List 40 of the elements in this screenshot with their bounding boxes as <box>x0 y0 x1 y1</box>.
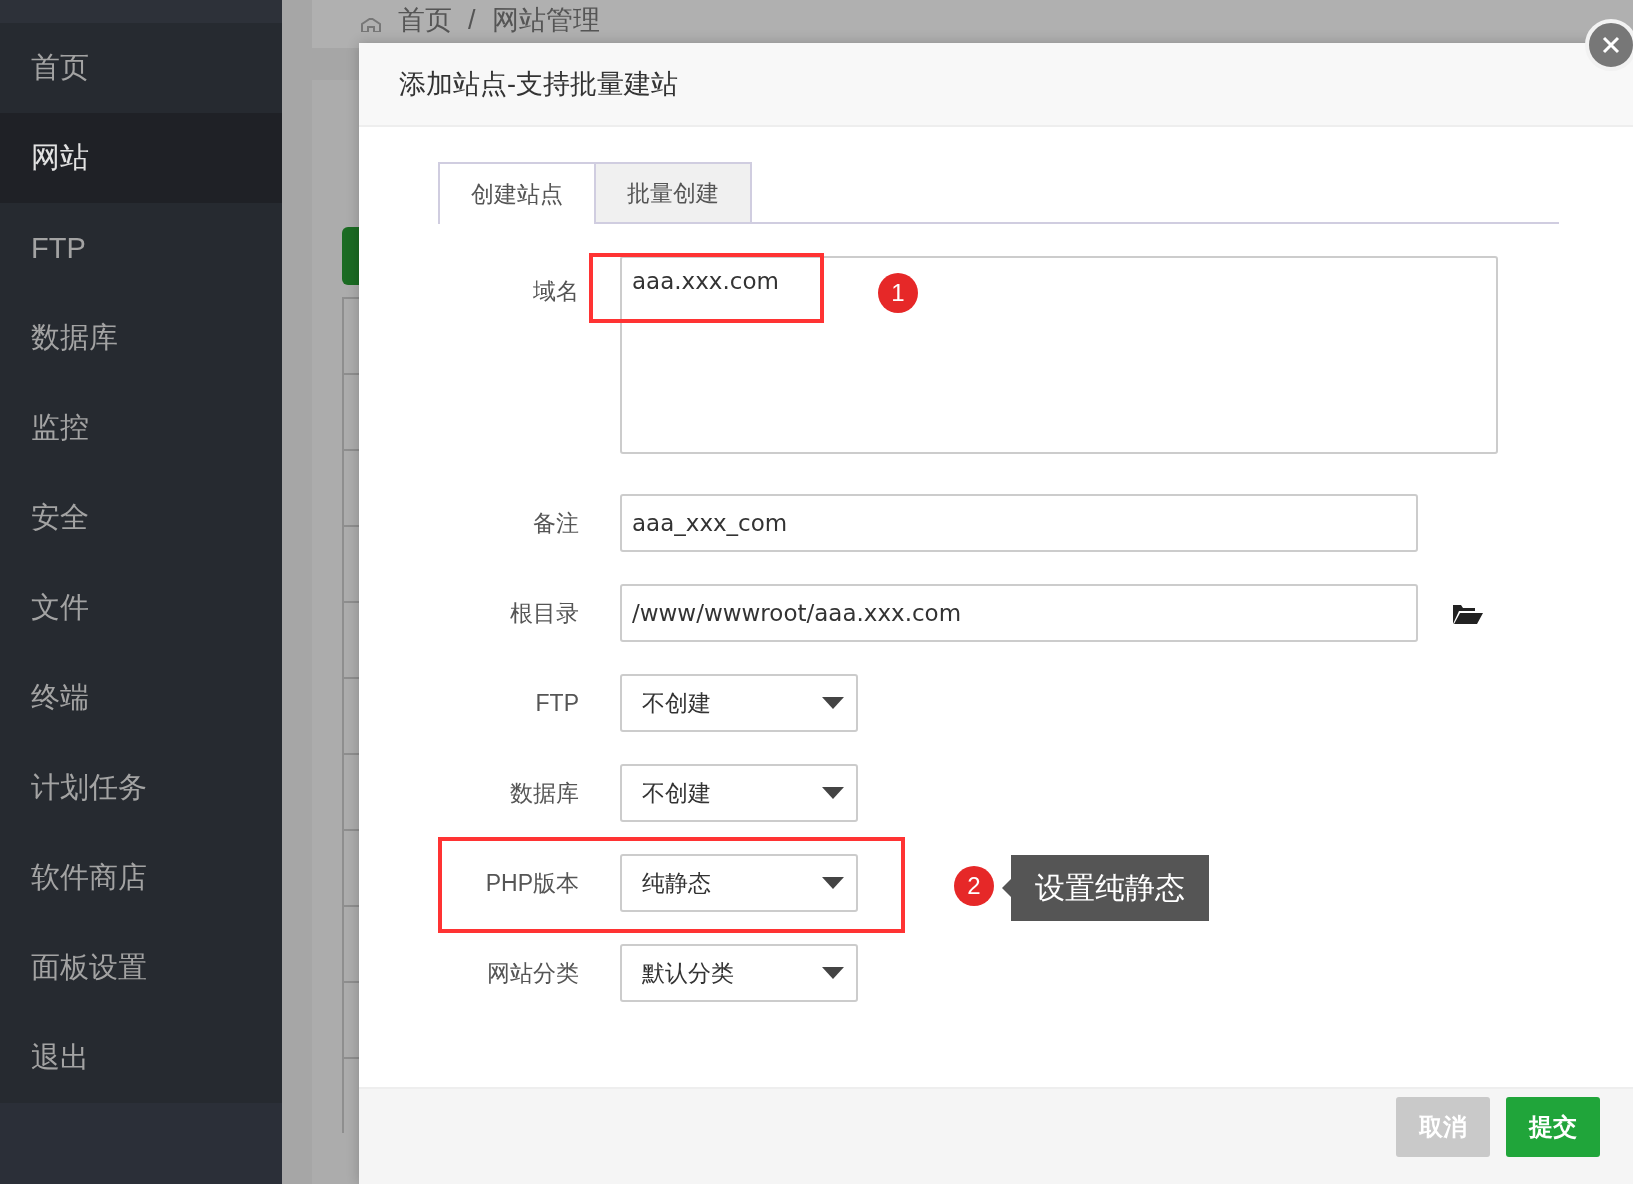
field-label: 根目录 <box>509 598 579 628</box>
input-field[interactable]: aaa_xxx_com <box>620 494 1418 552</box>
field-label: 域名 <box>532 277 579 306</box>
sidebar-item[interactable]: 网站 <box>0 113 282 203</box>
select-field[interactable]: 不创建 <box>620 764 858 822</box>
caret-down-icon <box>822 877 844 889</box>
sidebar-item[interactable]: 软件商店 <box>0 833 282 923</box>
tab[interactable]: 创建站点 <box>438 162 596 224</box>
breadcrumb-separator: / <box>468 7 476 34</box>
sidebar-item[interactable]: 终端 <box>0 653 282 743</box>
breadcrumb-link[interactable]: 首页 <box>398 7 452 34</box>
path-field[interactable]: /www/wwwroot/aaa.xxx.com <box>620 584 1418 642</box>
select-field[interactable]: 不创建 <box>620 674 858 732</box>
caret-down-icon <box>822 787 844 799</box>
sidebar-item[interactable]: 安全 <box>0 473 282 563</box>
field-label: FTP <box>534 689 579 717</box>
caret-down-icon <box>822 967 844 979</box>
sidebar-item[interactable]: 面板设置 <box>0 923 282 1013</box>
select-field[interactable]: 纯静态 <box>620 854 858 912</box>
sidebar-item[interactable]: FTP <box>0 203 282 293</box>
submit-button[interactable]: 提交 <box>1506 1096 1600 1157</box>
select-field[interactable]: 默认分类 <box>620 944 858 1002</box>
sidebar-item[interactable]: 数据库 <box>0 293 282 383</box>
folder-icon[interactable] <box>1453 602 1483 624</box>
sidebar-item[interactable]: 监控 <box>0 383 282 473</box>
home-icon <box>360 18 382 32</box>
sidebar-item[interactable]: 首页 <box>0 23 282 113</box>
field-label: 备注 <box>532 508 579 538</box>
sidebar-item[interactable]: 文件 <box>0 563 282 653</box>
dialog-title: 添加站点-支持批量建站 <box>359 43 1633 127</box>
tab[interactable]: 批量创建 <box>594 162 752 222</box>
field-label: 数据库 <box>509 778 579 808</box>
sidebar-item[interactable]: 退出 <box>0 1013 282 1103</box>
caret-down-icon <box>822 697 844 709</box>
breadcrumb-link[interactable]: 网站管理 <box>491 7 600 34</box>
field-label: PHP版本 <box>484 868 579 898</box>
step-badge: 2 <box>954 866 994 906</box>
sidebar-item[interactable]: 计划任务 <box>0 743 282 833</box>
callout-tooltip: 设置纯静态 <box>1002 855 1209 921</box>
field-label: 网站分类 <box>486 958 579 988</box>
